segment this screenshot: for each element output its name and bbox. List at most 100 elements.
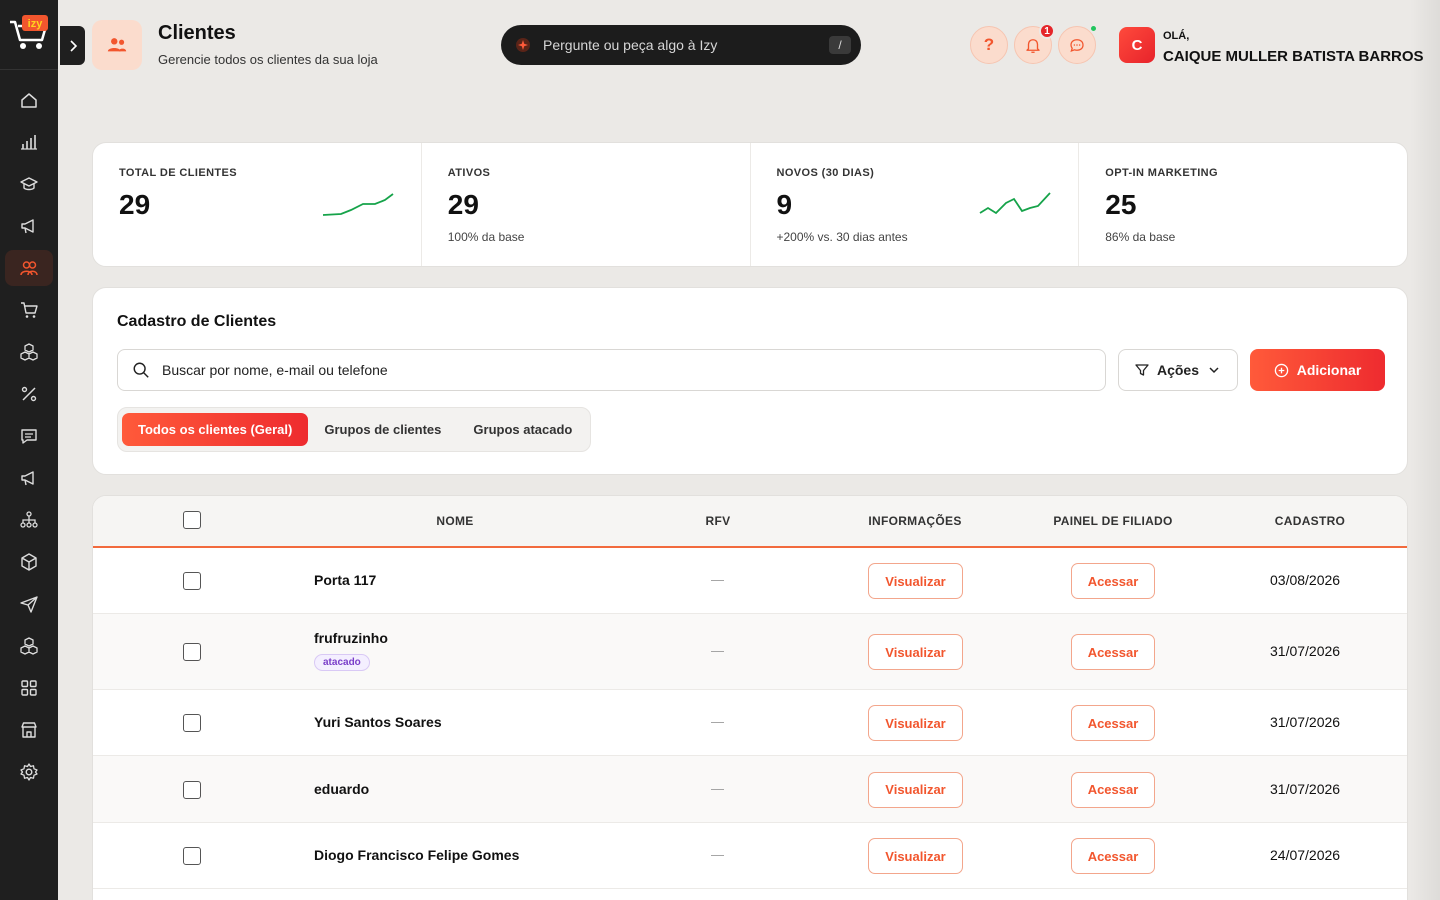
- sidebar-item-message[interactable]: [5, 418, 53, 454]
- card-title: Cadastro de Clientes: [117, 313, 277, 330]
- sidebar-item-package[interactable]: [5, 544, 53, 580]
- stat-value: 9: [776, 189, 793, 220]
- table-row[interactable]: eduardo — Visualizar Acessar 31/07/2026: [93, 756, 1407, 823]
- row-checkbox[interactable]: [183, 643, 201, 661]
- stat-label: ATIVOS: [447, 167, 491, 179]
- search-input[interactable]: [162, 362, 1105, 378]
- row-checkbox[interactable]: [183, 714, 201, 732]
- sidebar-item-bar-chart[interactable]: [5, 124, 53, 160]
- search-field[interactable]: [117, 349, 1106, 391]
- notifications-button[interactable]: 1: [1014, 23, 1055, 64]
- access-button[interactable]: Acessar: [1071, 634, 1155, 670]
- ask-izy-placeholder: Pergunte ou peça algo à Izy: [543, 37, 718, 53]
- client-name[interactable]: frufruzinho: [314, 630, 388, 646]
- message-icon: [21, 429, 37, 444]
- sidebar-item-percent[interactable]: [5, 376, 53, 412]
- sidebar-item-users[interactable]: [5, 250, 53, 286]
- stat-new-30-days: NOVOS (30 DIAS) 9 +200% vs. 30 dias ante…: [751, 143, 1080, 266]
- stat-value: 29: [447, 189, 479, 220]
- sidebar-toggle-button[interactable]: [60, 26, 85, 65]
- sidebar-item-grid[interactable]: [5, 670, 53, 706]
- view-button[interactable]: Visualizar: [868, 563, 963, 599]
- question-icon: ?: [983, 35, 995, 54]
- access-button[interactable]: Acessar: [1071, 838, 1155, 874]
- stat-optin-marketing: OPT-IN MARKETING 25 86% da base: [1079, 143, 1407, 266]
- sidebar-item-store[interactable]: [5, 712, 53, 748]
- sidebar-item-boxes[interactable]: [5, 334, 53, 370]
- view-button[interactable]: Visualizar: [868, 838, 963, 874]
- header-name[interactable]: NOME: [436, 514, 473, 528]
- bell-icon: [1026, 39, 1040, 53]
- view-button[interactable]: Visualizar: [868, 705, 963, 741]
- table-row[interactable]: Yuri Santos Soares — Visualizar Acessar 31/0…: [93, 690, 1407, 756]
- chat-bubble-icon: [1070, 39, 1084, 53]
- sidebar-item-boxes[interactable]: [5, 628, 53, 664]
- scroll-shadow: [1410, 0, 1440, 900]
- sidebar-item-cart[interactable]: [5, 292, 53, 328]
- sidebar-item-home[interactable]: [5, 82, 53, 118]
- row-checkbox[interactable]: [183, 847, 201, 865]
- rfv-value: —: [711, 847, 724, 862]
- tab-all-clients[interactable]: Todos os clientes (Geral): [122, 413, 309, 446]
- registration-date: 31/07/2026: [1270, 780, 1341, 797]
- stat-total-clients: TOTAL DE CLIENTES 29: [93, 143, 422, 266]
- send-icon: [20, 596, 38, 613]
- izy-logo[interactable]: izy: [6, 10, 52, 54]
- access-button[interactable]: Acessar: [1071, 771, 1155, 808]
- access-button[interactable]: Acessar: [1071, 563, 1155, 599]
- client-tag: atacado: [314, 654, 370, 671]
- header-info: INFORMAÇÕES: [868, 514, 962, 528]
- stat-subtext: +200% vs. 30 dias antes: [776, 230, 908, 244]
- home-icon: [21, 93, 37, 108]
- user-name[interactable]: CAIQUE MULLER BATISTA BARROS: [1163, 48, 1424, 65]
- filter-icon: [1135, 364, 1149, 376]
- percent-icon: [21, 386, 37, 402]
- access-button[interactable]: Acessar: [1071, 705, 1155, 741]
- sidebar-item-send[interactable]: [5, 586, 53, 622]
- svg-text:izy: izy: [28, 18, 44, 30]
- client-name[interactable]: Porta 117: [314, 572, 376, 588]
- page-subtitle: Gerencie todos os clientes da sua loja: [158, 52, 378, 67]
- actions-dropdown[interactable]: Ações: [1118, 349, 1238, 391]
- view-button[interactable]: Visualizar: [868, 771, 963, 808]
- megaphone-icon: [21, 471, 34, 486]
- view-button[interactable]: Visualizar: [868, 634, 963, 670]
- cart-icon: [21, 302, 38, 318]
- client-tabs: Todos os clientes (Geral) Grupos de clie…: [117, 407, 591, 452]
- sidebar-item-megaphone[interactable]: [5, 460, 53, 496]
- sidebar-item-megaphone[interactable]: [5, 208, 53, 244]
- client-name[interactable]: Diogo Francisco Felipe Gomes: [314, 847, 519, 863]
- header-registration-date[interactable]: CADASTRO: [1275, 514, 1345, 528]
- boxes-icon: [20, 637, 38, 655]
- header-rfv[interactable]: RFV: [706, 514, 731, 528]
- sparkle-icon: [516, 38, 530, 52]
- tab-client-groups[interactable]: Grupos de clientes: [308, 413, 457, 446]
- sidebar-item-settings[interactable]: [5, 754, 53, 790]
- client-name[interactable]: eduardo: [314, 781, 369, 797]
- sidebar-item-network[interactable]: [5, 502, 53, 538]
- row-checkbox[interactable]: [183, 572, 201, 590]
- select-all-checkbox[interactable]: [183, 511, 201, 529]
- megaphone-icon: [21, 219, 34, 234]
- stat-label: TOTAL DE CLIENTES: [119, 167, 238, 179]
- help-button[interactable]: ?: [970, 26, 1008, 64]
- client-name[interactable]: Yuri Santos Soares: [314, 714, 442, 730]
- page-icon: [92, 20, 142, 70]
- row-checkbox[interactable]: [183, 780, 201, 799]
- tab-wholesale-groups[interactable]: Grupos atacado: [457, 413, 588, 446]
- store-icon: [21, 722, 37, 738]
- stat-value: 29: [119, 189, 151, 220]
- table-row[interactable]: Porta 117 — Visualizar Acessar 03/08/2026: [93, 548, 1407, 614]
- rfv-value: —: [711, 643, 724, 658]
- add-client-button[interactable]: Adicionar: [1250, 349, 1385, 391]
- stat-active: ATIVOS 29 100% da base: [422, 143, 751, 266]
- table-row[interactable]: frufruzinho atacado — Visualizar Acessar 31/0…: [93, 614, 1407, 690]
- shortcut-key: /: [829, 36, 851, 54]
- avatar[interactable]: C: [1119, 27, 1155, 63]
- chat-button[interactable]: [1058, 24, 1098, 64]
- sidebar-divider: [0, 69, 58, 70]
- network-icon: [20, 511, 38, 528]
- ask-izy-bar[interactable]: Pergunte ou peça algo à Izy /: [501, 25, 861, 65]
- sidebar-item-graduation-cap[interactable]: [5, 166, 53, 202]
- table-row[interactable]: Diogo Francisco Felipe Gomes — Visualizar A…: [93, 823, 1407, 889]
